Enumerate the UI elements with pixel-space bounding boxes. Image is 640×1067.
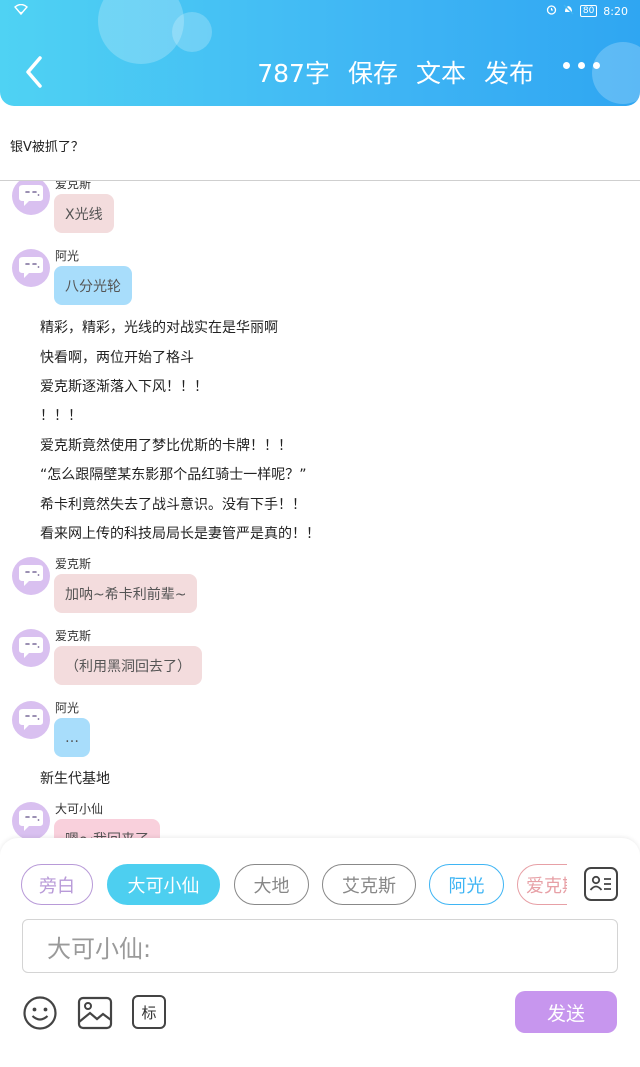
speaker-name: 阿光: [55, 249, 80, 263]
save-button[interactable]: 保存: [348, 54, 398, 90]
role-chip[interactable]: 大地: [234, 864, 309, 905]
narration-line[interactable]: 看来网上传的科技局局长是妻管严是真的！！: [40, 523, 320, 543]
back-chevron-icon: [26, 56, 42, 88]
message-bubble[interactable]: …: [54, 718, 90, 757]
speaker-name: 爱克斯: [55, 557, 92, 571]
narration-line[interactable]: ！！！: [40, 405, 82, 425]
avatar-icon[interactable]: [12, 629, 50, 667]
narration-line[interactable]: 爱克斯竟然使用了梦比优斯的卡牌！！！: [40, 435, 292, 455]
avatar-icon[interactable]: [12, 802, 50, 838]
avatar-icon[interactable]: [12, 181, 50, 215]
chat-message[interactable]: 阿光 八分光轮: [0, 247, 640, 319]
role-chip[interactable]: 艾克斯: [322, 864, 416, 905]
back-button[interactable]: [20, 52, 50, 92]
alarm-icon: [546, 4, 557, 18]
role-chip[interactable]: 阿光: [429, 864, 504, 905]
message-bubble[interactable]: 嗯～我回来了: [54, 819, 160, 838]
send-button[interactable]: 发送: [515, 991, 617, 1033]
text-button[interactable]: 文本: [416, 54, 466, 90]
role-chip[interactable]: 大可小仙: [107, 864, 220, 905]
avatar-icon[interactable]: [12, 249, 50, 287]
image-icon[interactable]: [77, 995, 113, 1030]
wifi-icon: [14, 3, 28, 18]
role-chip[interactable]: 爱克斯: [517, 864, 567, 905]
story-title: 银V被抓了？: [10, 140, 84, 155]
chat-message[interactable]: 爱克斯 （利用黑洞回去了）: [0, 627, 640, 699]
speaker-name: 爱克斯: [55, 629, 92, 643]
message-bubble[interactable]: X光线: [54, 194, 114, 233]
top-bar: 80 8:20 787字 保存 文本 发布: [0, 0, 640, 106]
header-actions: 787字 保存 文本 发布: [257, 54, 534, 90]
role-chip[interactable]: 旁白: [21, 864, 93, 905]
role-selector: 旁白大可小仙大地艾克斯阿光爱克斯: [21, 864, 567, 905]
narration-line[interactable]: 新生代基地: [40, 768, 110, 788]
narration-line[interactable]: “怎么跟隔壁某东影那个品红骑士一样呢？”: [40, 464, 307, 484]
avatar-icon[interactable]: [12, 701, 50, 739]
narration-line[interactable]: 希卡利竟然失去了战斗意识。没有下手！！: [40, 494, 306, 514]
message-bubble[interactable]: 加呐~希卡利前辈~: [54, 574, 198, 613]
contacts-icon[interactable]: [584, 867, 618, 901]
status-right: 80 8:20: [546, 4, 628, 18]
chat-message[interactable]: 阿光 …: [0, 699, 640, 771]
mute-icon: [563, 4, 574, 18]
speaker-name: 阿光: [55, 701, 80, 715]
narration-line[interactable]: 精彩，精彩，光线的对战实在是华丽啊: [40, 317, 278, 337]
clock: 8:20: [603, 4, 628, 18]
message-bubble[interactable]: 八分光轮: [54, 266, 132, 305]
chat-message[interactable]: 爱克斯 X光线: [0, 181, 640, 247]
tag-button[interactable]: 标: [132, 995, 166, 1029]
status-bar: 80 8:20: [0, 3, 640, 20]
story-title-area[interactable]: 银V被抓了？: [0, 106, 640, 181]
chat-list[interactable]: 爱克斯 X光线 阿光 八分光轮 精彩，精彩，光线的对战实在是华丽啊 快看啊，两位开始了格斗…: [0, 181, 640, 838]
word-count: 787字: [257, 59, 330, 88]
chat-message[interactable]: 爱克斯加呐~希卡利前辈~: [0, 555, 640, 627]
chat-message[interactable]: 大可小仙嗯～我回来了: [0, 800, 640, 838]
speaker-name: 爱克斯: [55, 181, 92, 191]
publish-button[interactable]: 发布: [484, 54, 534, 90]
emoji-icon[interactable]: [22, 995, 57, 1030]
message-bubble[interactable]: （利用黑洞回去了）: [54, 646, 202, 685]
narration-line[interactable]: 快看啊，两位开始了格斗: [40, 347, 194, 367]
battery-indicator: 80: [579, 5, 598, 17]
narration-line[interactable]: 爱克斯逐渐落入下风！！！: [40, 376, 208, 396]
input-panel: 旁白大可小仙大地艾克斯阿光爱克斯 大可小仙: 标 发送: [0, 838, 640, 1067]
header-decoration: [592, 42, 640, 104]
more-dots-icon[interactable]: [563, 62, 600, 69]
message-input[interactable]: 大可小仙:: [22, 919, 618, 973]
avatar-icon[interactable]: [12, 557, 50, 595]
speaker-name: 大可小仙: [55, 802, 104, 816]
